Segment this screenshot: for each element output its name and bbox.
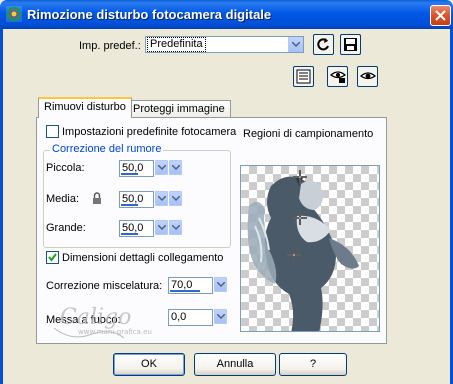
ok-button[interactable]: OK: [113, 353, 185, 376]
link-details-checkbox[interactable]: [46, 251, 59, 264]
sharpen-value: 0,0: [171, 311, 187, 323]
help-button[interactable]: ?: [279, 353, 347, 376]
blend-correction-label: Correzione miscelatura:: [46, 280, 163, 292]
window-frame-left: [0, 29, 3, 384]
large-field[interactable]: 50,0: [119, 220, 154, 237]
camera-defaults-label: Impostazioni predefinite fotocamera: [62, 126, 237, 138]
chevron-down-icon[interactable]: [155, 160, 168, 175]
svg-text:Caligo: Caligo: [60, 305, 131, 330]
eye-icon: [360, 72, 377, 80]
spin-arrows-icon[interactable]: [169, 160, 182, 175]
tab-remove-noise[interactable]: Rimuovi disturbo: [38, 97, 132, 118]
close-button[interactable]: [430, 5, 451, 26]
chevron-down-icon[interactable]: [214, 309, 227, 324]
blend-slider-fill: [170, 290, 200, 292]
proof-button[interactable]: [327, 66, 348, 87]
noise-correction-title: Correzione del rumore: [50, 143, 164, 155]
chevron-down-icon[interactable]: [155, 191, 168, 206]
medium-field[interactable]: 50,0: [119, 191, 154, 208]
large-slider-fill: [121, 233, 138, 235]
chevron-down-icon[interactable]: [288, 37, 303, 52]
chevron-down-icon[interactable]: [214, 277, 227, 292]
large-label: Grande:: [46, 222, 86, 234]
randomize-button[interactable]: [293, 66, 314, 87]
large-spin-buttons[interactable]: [155, 220, 183, 237]
save-preset-button[interactable]: [340, 34, 361, 55]
preset-value: Predefinita: [147, 37, 206, 52]
checkmark-icon: [48, 253, 57, 262]
preset-dropdown[interactable]: Predefinita: [145, 36, 304, 53]
sampling-preview[interactable]: [240, 165, 380, 332]
medium-slider-fill: [121, 204, 138, 206]
floppy-disk-icon: [344, 38, 357, 51]
small-field[interactable]: 50,0: [119, 160, 154, 177]
watermark-signature: Caligo www.mani-grafica.eu: [52, 298, 162, 351]
medium-spin-buttons[interactable]: [155, 191, 183, 208]
medium-label: Media:: [46, 193, 80, 205]
eye-lock-icon: [330, 71, 347, 83]
sharpen-field[interactable]: 0,0: [168, 309, 213, 326]
preview-button[interactable]: [357, 66, 378, 87]
app-icon: [6, 6, 22, 22]
sampling-regions-label: Regioni di campionamento: [243, 128, 374, 140]
reset-arrow-icon: [317, 38, 329, 51]
reset-preset-button[interactable]: [313, 34, 334, 55]
list-icon: [296, 69, 311, 84]
small-label: Piccola:: [46, 162, 85, 174]
spin-arrows-icon[interactable]: [169, 191, 182, 206]
blend-correction-field[interactable]: 70,0: [168, 277, 213, 294]
window-title: Rimozione disturbo fotocamera digitale: [27, 7, 272, 22]
sampling-markers: [287, 170, 307, 262]
spin-arrows-icon[interactable]: [169, 220, 182, 235]
chevron-down-icon[interactable]: [155, 220, 168, 235]
lock-icon[interactable]: [92, 192, 102, 208]
cancel-button[interactable]: Annulla: [194, 353, 276, 376]
title-bar[interactable]: Rimozione disturbo fotocamera digitale: [0, 0, 453, 29]
preset-label: Imp. predef.:: [79, 40, 141, 52]
small-slider-fill: [121, 173, 138, 175]
close-icon: [435, 10, 446, 21]
link-details-label: Dimensioni dettagli collegamento: [62, 252, 224, 264]
camera-defaults-checkbox[interactable]: [46, 125, 59, 138]
blend-spin-buttons[interactable]: [214, 277, 242, 294]
sharpen-spin-buttons[interactable]: [214, 309, 242, 326]
small-spin-buttons[interactable]: [155, 160, 183, 177]
